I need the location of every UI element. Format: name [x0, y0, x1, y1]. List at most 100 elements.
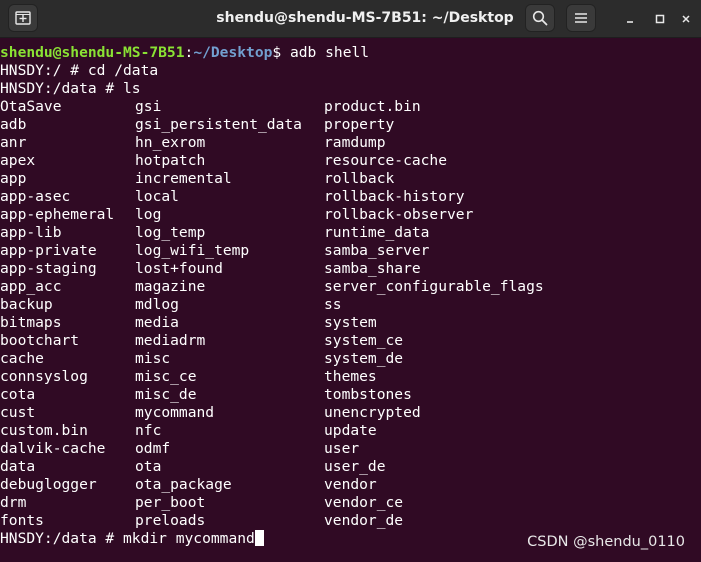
directory-entry: cota — [0, 386, 36, 403]
directory-entry: local — [135, 188, 179, 205]
watermark: CSDN @shendu_0110 — [527, 534, 685, 550]
directory-entry: dalvik-cache — [0, 440, 106, 457]
minimize-button[interactable] — [618, 0, 642, 37]
new-tab-button[interactable] — [8, 4, 38, 32]
directory-entry: app-asec — [0, 188, 71, 205]
directory-entry: vendor — [324, 476, 377, 493]
directory-entry: ota — [135, 458, 162, 475]
search-icon — [532, 10, 548, 26]
window-title: shendu@shendu-MS-7B51: ~/Desktop — [216, 10, 514, 26]
output-line: HNSDY:/data # ls — [0, 80, 141, 97]
directory-entry: vendor_ce — [324, 494, 404, 511]
directory-entry: runtime_data — [324, 224, 430, 241]
directory-entry: odmf — [135, 440, 171, 457]
directory-entry: unencrypted — [324, 404, 421, 421]
directory-entry: incremental — [135, 170, 232, 187]
directory-entry: app-lib — [0, 224, 62, 241]
directory-entry: nfc — [135, 422, 162, 439]
maximize-button[interactable] — [648, 0, 672, 37]
directory-entry: log_wifi_temp — [135, 242, 250, 259]
directory-entry: gsi — [135, 98, 162, 115]
directory-entry: user — [324, 440, 360, 457]
directory-entry: user_de — [324, 458, 386, 475]
directory-entry: cust — [0, 404, 36, 421]
directory-entry: connsyslog — [0, 368, 88, 385]
directory-entry: gsi_persistent_data — [135, 116, 302, 133]
directory-entry: adb — [0, 116, 27, 133]
output-line: HNSDY:/ # cd /data — [0, 62, 159, 79]
directory-entry: anr — [0, 134, 27, 151]
title-bar: shendu@shendu-MS-7B51: ~/Desktop — [0, 0, 701, 38]
directory-entry: bitmaps — [0, 314, 62, 331]
directory-entry: hn_exrom — [135, 134, 206, 151]
directory-entry: ramdump — [324, 134, 386, 151]
directory-entry: hotpatch — [135, 152, 206, 169]
directory-entry: apex — [0, 152, 36, 169]
directory-listing: OtaSave gsi product.bin adb gsi_persistent_d… — [0, 98, 701, 530]
directory-entry: system — [324, 314, 377, 331]
directory-entry: fonts — [0, 512, 44, 529]
directory-entry: rollback-observer — [324, 206, 474, 223]
directory-entry: misc — [135, 350, 171, 367]
menu-button[interactable] — [566, 4, 596, 32]
directory-entry: drm — [0, 494, 27, 511]
prompt-symbol: $ — [272, 44, 282, 61]
directory-entry: bootchart — [0, 332, 80, 349]
directory-entry: misc_de — [135, 386, 197, 403]
directory-entry: mediadrm — [135, 332, 206, 349]
directory-entry: system_ce — [324, 332, 404, 349]
terminal-window: shendu@shendu-MS-7B51: ~/Desktop shendu@… — [0, 0, 701, 562]
directory-entry: mdlog — [135, 296, 179, 313]
directory-entry: ss — [324, 296, 342, 313]
directory-entry: themes — [324, 368, 377, 385]
text-cursor — [254, 530, 264, 546]
directory-entry: media — [135, 314, 179, 331]
directory-entry: misc_ce — [135, 368, 197, 385]
new-tab-icon — [15, 11, 31, 25]
prompt-path: ~/Desktop — [193, 44, 273, 61]
directory-entry: system_de — [324, 350, 404, 367]
directory-entry: OtaSave — [0, 98, 62, 115]
directory-entry: cache — [0, 350, 44, 367]
directory-entry: preloads — [135, 512, 206, 529]
directory-entry: samba_server — [324, 242, 430, 259]
directory-entry: app — [0, 170, 27, 187]
search-button[interactable] — [525, 4, 555, 32]
directory-entry: rollback-history — [324, 188, 465, 205]
prompt-user-host: shendu@shendu-MS-7B51 — [0, 44, 185, 61]
directory-entry: app_acc — [0, 278, 62, 295]
directory-entry: product.bin — [324, 98, 421, 115]
directory-entry: log — [135, 206, 162, 223]
directory-entry: ota_package — [135, 476, 232, 493]
minimize-icon — [627, 20, 633, 23]
directory-entry: data — [0, 458, 36, 475]
directory-entry: per_boot — [135, 494, 206, 511]
current-command: HNSDY:/data # mkdir mycommand — [0, 530, 255, 547]
close-icon — [682, 14, 690, 23]
prompt-command: adb shell — [281, 44, 370, 61]
directory-entry: app-staging — [0, 260, 97, 277]
terminal-output[interactable]: shendu@shendu-MS-7B51:~/Desktop$ adb she… — [0, 44, 701, 556]
prompt-line: shendu@shendu-MS-7B51:~/Desktop$ adb she… — [0, 44, 701, 62]
directory-entry: property — [324, 116, 395, 133]
directory-entry: app-private — [0, 242, 97, 259]
maximize-icon — [655, 14, 665, 23]
prompt-separator: : — [184, 44, 194, 61]
directory-entry: update — [324, 422, 377, 439]
hamburger-menu-icon — [575, 13, 587, 23]
directory-entry: tombstones — [324, 386, 412, 403]
directory-entry: samba_share — [324, 260, 421, 277]
directory-entry: vendor_de — [324, 512, 404, 529]
directory-entry: custom.bin — [0, 422, 88, 439]
directory-entry: log_temp — [135, 224, 206, 241]
directory-entry: backup — [0, 296, 53, 313]
close-button[interactable] — [674, 0, 698, 37]
directory-entry: debuglogger — [0, 476, 97, 493]
directory-entry: magazine — [135, 278, 206, 295]
directory-entry: server_configurable_flags — [324, 278, 544, 295]
directory-entry: rollback — [324, 170, 395, 187]
directory-entry: resource-cache — [324, 152, 448, 169]
directory-entry: lost+found — [135, 260, 223, 277]
directory-entry: app-ephemeral — [0, 206, 115, 223]
directory-entry: mycommand — [135, 404, 215, 421]
